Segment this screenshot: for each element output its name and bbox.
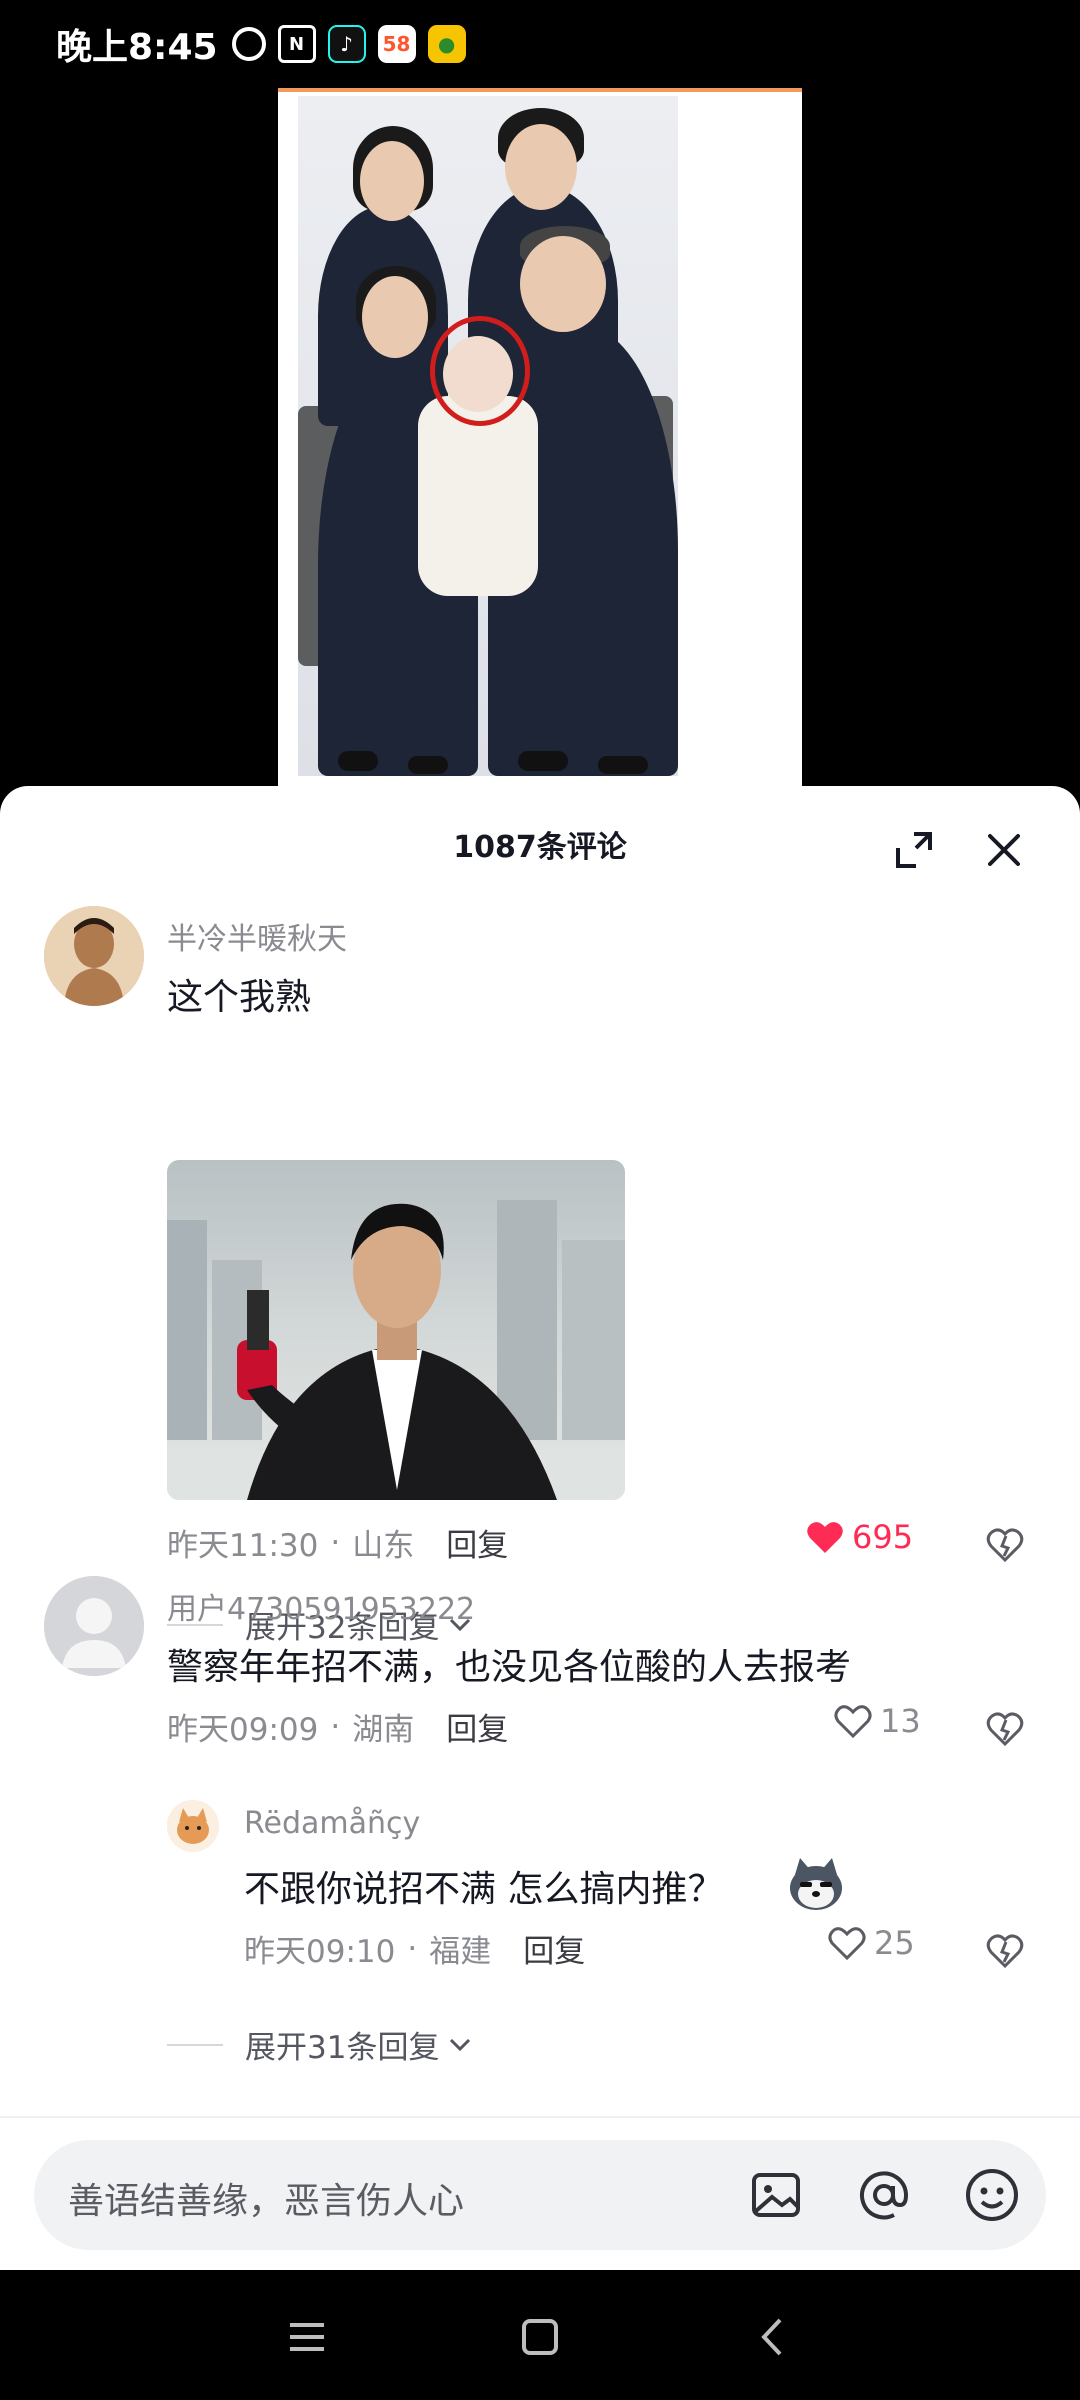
image-icon[interactable] xyxy=(746,2165,806,2225)
avatar[interactable] xyxy=(167,1800,219,1852)
comment-text: 这个我熟 xyxy=(167,977,312,1018)
red-circle-annotation xyxy=(430,316,530,426)
comment-text: 不跟你说招不满 怎么搞内推？ xyxy=(244,1869,724,1910)
expand-replies-label: 展开31条回复 xyxy=(245,2030,440,2066)
tiktok-icon: ♪ xyxy=(327,25,366,63)
comment-username[interactable]: 用户4730591953222 xyxy=(167,1584,475,1628)
comment-location: 山东 xyxy=(352,1528,415,1564)
avatar[interactable] xyxy=(44,906,144,1006)
comment-input[interactable]: 善语结善缘，恶言伤人心 xyxy=(34,2140,1046,2250)
comment-sheet: 1087条评论 半冷半暖秋天 这个我熟 昨天11:30 · 山东 回复 695 … xyxy=(0,786,1080,2270)
status-icons: N ♪ 58 ● xyxy=(231,25,466,63)
family-photo xyxy=(298,96,678,776)
reply-item: Rëdamåñçy 不跟你说招不满 怎么搞内推？ 昨天09:10 · 福建 回复… xyxy=(0,1800,1080,2100)
heart-outline-icon xyxy=(834,1705,872,1739)
nfc-icon: N xyxy=(277,25,316,63)
comment-meta: 昨天09:10 · 福建 回复 xyxy=(244,1926,585,1971)
comment-time: 昨天11:30 xyxy=(167,1528,319,1564)
dislike-icon[interactable] xyxy=(985,1930,1025,1970)
like-count: 695 xyxy=(852,1518,914,1556)
meta-separator: · xyxy=(330,1524,341,1561)
reply-button[interactable]: 回复 xyxy=(446,1520,508,1565)
alarm-icon xyxy=(231,27,266,61)
at-icon[interactable] xyxy=(854,2165,914,2225)
system-nav-bar xyxy=(0,2270,1080,2400)
meta-separator: · xyxy=(330,1708,341,1745)
comment-meta: 昨天11:30 · 山东 回复 xyxy=(167,1520,508,1565)
comment-input-placeholder: 善语结善缘，恶言伤人心 xyxy=(68,2181,465,2222)
comment-time: 昨天09:10 xyxy=(244,1934,396,1970)
comment-meta: 昨天09:09 · 湖南 回复 xyxy=(167,1704,508,1749)
comment-image[interactable] xyxy=(167,1160,625,1500)
comment-location: 福建 xyxy=(429,1934,492,1970)
comment-item: 半冷半暖秋天 这个我熟 昨天11:30 · 山东 回复 695 展开32条回复 xyxy=(0,906,1080,1646)
media-area[interactable] xyxy=(0,88,1080,788)
status-bar: 晚上8:45 N ♪ 58 ● xyxy=(0,0,1080,88)
heart-outline-icon xyxy=(828,1927,866,1961)
heart-icon xyxy=(807,1522,843,1553)
comment-item: 用户4730591953222 警察年年招不满，也没见各位酸的人去报考 昨天09… xyxy=(0,1576,1080,1776)
expand-replies-button[interactable]: 展开31条回复 xyxy=(167,2022,473,2067)
like-button[interactable]: 695 xyxy=(806,1518,913,1556)
comment-input-area: 善语结善缘，恶言伤人心 xyxy=(0,2116,1080,2270)
dislike-icon[interactable] xyxy=(985,1708,1025,1748)
close-icon[interactable] xyxy=(982,828,1026,872)
like-count: 25 xyxy=(874,1924,915,1962)
post-photo xyxy=(278,88,802,788)
comment-time: 昨天09:09 xyxy=(167,1712,319,1748)
comment-text: 警察年年招不满，也没见各位酸的人去报考 xyxy=(167,1647,852,1688)
avatar[interactable] xyxy=(44,1576,144,1676)
green-app-icon: ● xyxy=(427,25,466,63)
app-58-icon: 58 xyxy=(377,25,416,63)
reply-button[interactable]: 回复 xyxy=(523,1926,585,1971)
comment-username[interactable]: 半冷半暖秋天 xyxy=(167,914,347,958)
comment-location: 湖南 xyxy=(352,1712,415,1748)
emoji-icon[interactable] xyxy=(962,2165,1022,2225)
like-count: 13 xyxy=(880,1702,921,1740)
comment-username[interactable]: Rëdamåñçy xyxy=(244,1806,420,1841)
menu-icon[interactable] xyxy=(282,2312,332,2362)
like-button[interactable]: 13 xyxy=(834,1702,921,1740)
dislike-icon[interactable] xyxy=(985,1524,1025,1564)
reply-button[interactable]: 回复 xyxy=(446,1704,508,1749)
back-icon[interactable] xyxy=(748,2312,798,2362)
home-icon[interactable] xyxy=(515,2312,565,2362)
sheet-header: 1087条评论 xyxy=(0,786,1080,906)
meta-separator: · xyxy=(407,1930,418,1967)
chevron-down-icon xyxy=(450,2038,471,2051)
dog-sticker-icon xyxy=(790,1858,842,1910)
like-button[interactable]: 25 xyxy=(828,1924,915,1962)
expand-icon[interactable] xyxy=(892,828,936,872)
status-time: 晚上8:45 xyxy=(56,27,218,68)
